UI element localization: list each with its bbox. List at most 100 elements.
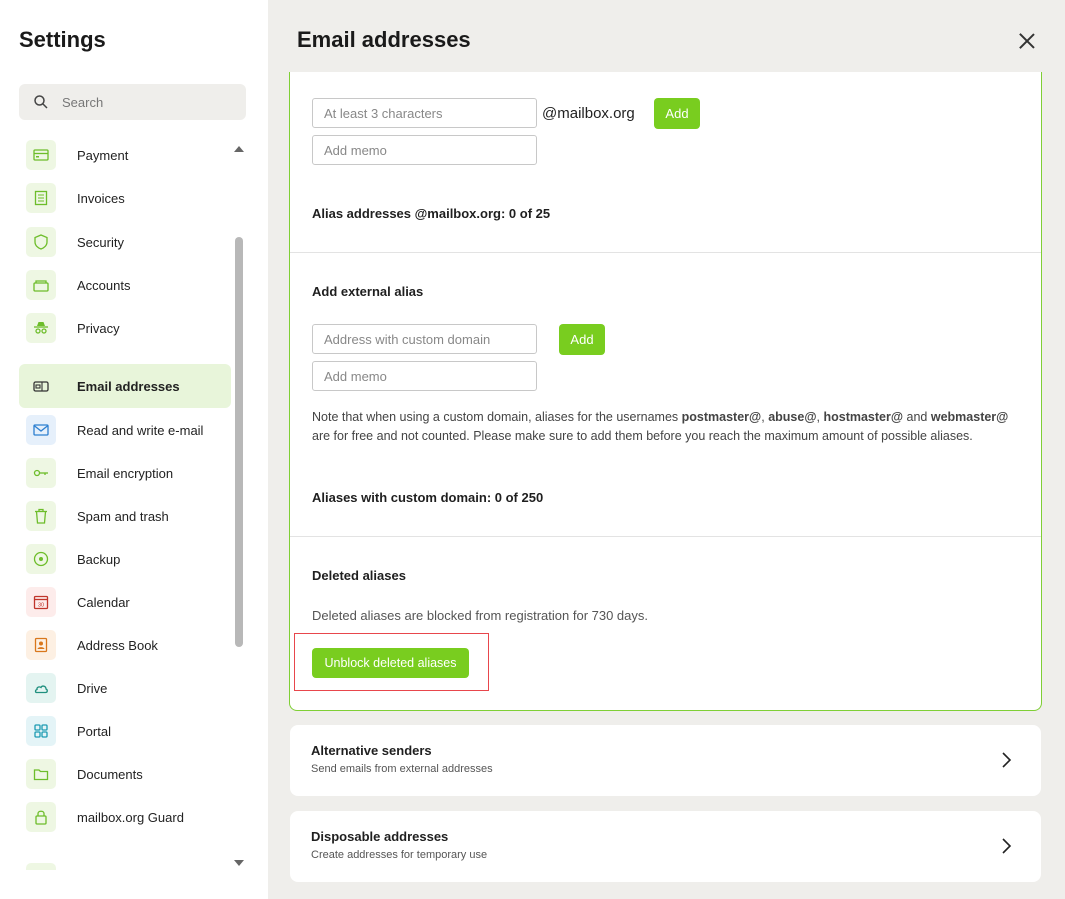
sidebar-item-drive[interactable]: Drive: [19, 668, 231, 708]
search-input[interactable]: Search: [19, 84, 246, 120]
sidebar-item-privacy[interactable]: Privacy: [19, 308, 231, 348]
note-username: abuse@: [768, 410, 817, 424]
sidebar-item-label: Documents: [77, 767, 143, 782]
sidebar-item-label: Accounts: [77, 278, 131, 293]
unblock-deleted-aliases-button[interactable]: Unblock deleted aliases: [312, 648, 469, 678]
sidebar-item-calendar[interactable]: 30 Calendar: [19, 582, 231, 622]
deleted-aliases-heading: Deleted aliases: [312, 568, 406, 583]
sidebar-item-read-write[interactable]: Read and write e-mail: [19, 410, 231, 450]
card-subtitle: Create addresses for temporary use: [311, 849, 488, 861]
note-text: are for free and not counted. Please mak…: [312, 429, 973, 443]
scroll-thumb[interactable]: [235, 237, 243, 647]
sidebar-item-payment[interactable]: Payment: [19, 135, 231, 175]
sidebar-item-label: Backup: [77, 552, 121, 567]
settings-nav: Payment Invoices Security Accounts Priva…: [0, 134, 232, 870]
alias-count: Alias addresses @mailbox.org: 0 of 25: [312, 206, 551, 221]
accounts-icon: [26, 270, 56, 300]
card-title: Alternative senders: [311, 743, 432, 758]
address-book-icon: [26, 630, 56, 660]
sidebar-item-label: Drive: [77, 681, 108, 696]
search-icon: [34, 95, 48, 109]
folder-icon: [26, 759, 56, 789]
scroll-down-arrow-icon[interactable]: [234, 860, 244, 866]
sidebar-item-partial[interactable]: [19, 858, 231, 870]
email-addresses-card: At least 3 characters @mailbox.org Add A…: [289, 72, 1042, 711]
note-username: webmaster@: [930, 410, 1009, 424]
sidebar-item-label: Payment: [77, 148, 129, 163]
chevron-right-icon: [1002, 752, 1012, 768]
calendar-icon: 30: [26, 587, 56, 617]
mailbox-icon: [26, 371, 56, 401]
alias-name-input[interactable]: At least 3 characters: [312, 98, 537, 128]
card-subtitle: Send emails from external addresses: [311, 763, 493, 775]
deleted-aliases-description: Deleted aliases are blocked from registr…: [312, 608, 649, 623]
sidebar-item-guard[interactable]: mailbox.org Guard: [19, 797, 231, 837]
sidebar-item-label: Calendar: [77, 595, 130, 610]
shield-icon: [26, 227, 56, 257]
lock-icon: [26, 802, 56, 832]
sidebar-item-label: Address Book: [77, 638, 158, 653]
alias-input-placeholder: At least 3 characters: [324, 106, 443, 121]
sidebar-title: Settings: [19, 27, 106, 52]
note-text: and: [903, 410, 931, 424]
sidebar-item-label: mailbox.org Guard: [77, 810, 184, 825]
grid-icon: [26, 716, 56, 746]
sidebar-item-email-addresses[interactable]: Email addresses: [19, 364, 231, 408]
sidebar-item-label: Read and write e-mail: [77, 423, 204, 438]
close-button[interactable]: [1017, 31, 1037, 51]
sidebar-item-invoices[interactable]: Invoices: [19, 178, 231, 218]
external-memo-placeholder: Add memo: [324, 369, 387, 384]
external-input-placeholder: Address with custom domain: [324, 332, 491, 347]
credit-card-icon: [26, 140, 56, 170]
add-external-alias-button[interactable]: Add: [559, 324, 605, 355]
search-placeholder: Search: [62, 95, 104, 110]
external-alias-heading: Add external alias: [312, 284, 424, 299]
calendar-day: 30: [38, 603, 44, 609]
sidebar-item-documents[interactable]: Documents: [19, 754, 231, 794]
alias-domain-suffix: @mailbox.org: [542, 105, 635, 122]
envelope-icon: [26, 415, 56, 445]
sidebar-item-label: Portal: [77, 724, 111, 739]
alias-memo-input[interactable]: Add memo: [312, 135, 537, 165]
note-username: hostmaster@: [823, 410, 904, 424]
disposable-addresses-card[interactable]: Disposable addresses Create addresses fo…: [290, 811, 1041, 882]
external-memo-input[interactable]: Add memo: [312, 361, 537, 391]
sidebar-scrollbar[interactable]: [234, 144, 244, 868]
scroll-up-arrow-icon[interactable]: [234, 146, 244, 152]
trash-icon: [26, 501, 56, 531]
sidebar-item-backup[interactable]: Backup: [19, 539, 231, 579]
sidebar-item-address-book[interactable]: Address Book: [19, 625, 231, 665]
note-username: postmaster@: [681, 410, 762, 424]
divider: [290, 252, 1041, 253]
card-title: Disposable addresses: [311, 829, 449, 844]
external-address-input[interactable]: Address with custom domain: [312, 324, 537, 354]
sidebar-item-label: Email encryption: [77, 466, 174, 481]
add-alias-button[interactable]: Add: [654, 98, 700, 129]
divider: [290, 536, 1041, 537]
note-text: Note that when using a custom domain, al…: [312, 410, 682, 424]
partial-icon: [26, 863, 56, 870]
alternative-senders-card[interactable]: Alternative senders Send emails from ext…: [290, 725, 1041, 796]
spy-icon: [26, 313, 56, 343]
custom-domain-note: Note that when using a custom domain, al…: [312, 408, 1024, 446]
sidebar-item-label: Email addresses: [77, 379, 180, 394]
sidebar-item-label: Security: [77, 235, 124, 250]
sidebar-item-portal[interactable]: Portal: [19, 711, 231, 751]
backup-icon: [26, 544, 56, 574]
sidebar-item-spam-trash[interactable]: Spam and trash: [19, 496, 231, 536]
custom-domain-count: Aliases with custom domain: 0 of 250: [312, 490, 544, 505]
settings-sidebar: Settings Search Payment Invoices Securit…: [0, 0, 268, 899]
sidebar-item-accounts[interactable]: Accounts: [19, 265, 231, 305]
page-title: Email addresses: [297, 27, 471, 52]
main-panel: Email addresses At least 3 characters @m…: [268, 0, 1065, 899]
cloud-icon: [26, 673, 56, 703]
alias-memo-placeholder: Add memo: [324, 143, 387, 158]
sidebar-item-encryption[interactable]: Email encryption: [19, 453, 231, 493]
sidebar-item-security[interactable]: Security: [19, 222, 231, 262]
key-icon: [26, 458, 56, 488]
chevron-right-icon: [1002, 838, 1012, 854]
sidebar-item-label: Spam and trash: [77, 509, 169, 524]
invoice-icon: [26, 183, 56, 213]
sidebar-item-label: Invoices: [77, 191, 125, 206]
sidebar-item-label: Privacy: [77, 321, 120, 336]
